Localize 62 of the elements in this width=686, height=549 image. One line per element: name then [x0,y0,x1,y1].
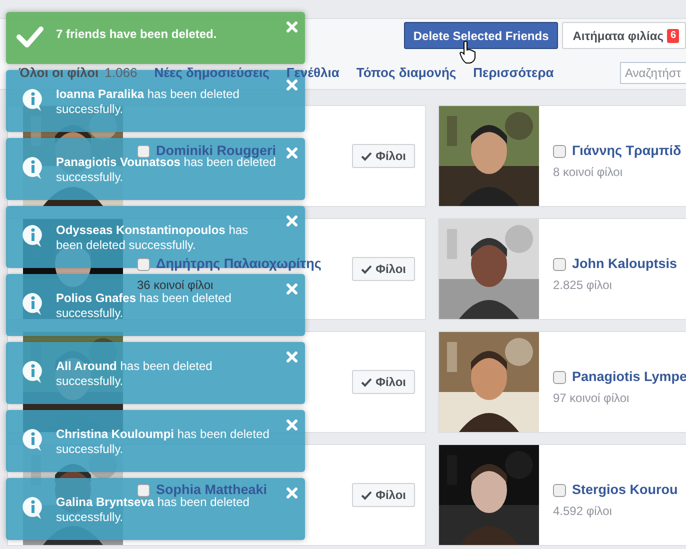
info-icon [22,292,44,316]
notification-text: Christina Kouloumpi has been deleted successfully. [56,427,270,457]
friend-name[interactable]: John Kalouptsis [572,254,678,274]
close-button[interactable] [286,283,298,295]
close-icon [286,487,298,499]
checkbox[interactable] [137,258,150,271]
check-icon [360,264,372,274]
friend-info: 36 κοινοί φίλοι [137,277,214,293]
close-icon [286,351,298,363]
friend-name[interactable]: Γιάννης Τραμπίδ [572,141,682,162]
friend-info: 4.592 φίλοι [553,503,612,520]
friend-name[interactable]: Stergios Kourou [572,480,678,500]
close-button[interactable] [286,147,298,159]
friends-button[interactable]: Φίλοι [352,483,415,507]
close-button[interactable] [286,419,298,431]
nav-tab[interactable]: Τόπος διαμονής [356,63,456,83]
friends-button[interactable]: Φίλοι [352,144,415,168]
close-icon [286,215,298,227]
checkbox[interactable] [553,258,566,271]
close-icon [286,21,298,33]
checkmark-icon [16,26,44,48]
close-button[interactable] [286,351,298,363]
friend-count: 1.066 [104,64,138,82]
close-button[interactable] [286,487,298,499]
close-button[interactable] [286,21,298,33]
notification-text: Galina Bryntseva has been deleted successfully. [56,495,250,525]
notification-text: Ioanna Paralika has been deleted successfully. [56,87,240,117]
checkbox[interactable] [553,144,566,158]
close-icon [286,283,298,295]
hand-cursor-icon [459,40,477,64]
friend-info: 2.825 φίλοι [553,277,612,294]
notification-text: Odysseas Konstantinopoulos has been deleted successfully. [56,223,250,253]
info-icon [22,496,44,520]
checkbox[interactable] [137,144,150,158]
notification-text: Polios Gnafes has been deleted successfully. [56,291,232,321]
checkbox[interactable] [137,484,150,497]
friend-info: 97 κοινοί φίλοι [553,390,630,408]
friends-button[interactable]: Φίλοι [352,370,415,394]
info-icon [22,428,44,452]
check-icon [360,152,372,160]
checkbox[interactable] [553,484,566,497]
info-icon [22,88,44,112]
notification-text: 7 friends have been deleted. [56,27,217,42]
search-field[interactable]: Αναζητήστ [620,62,686,84]
checkbox[interactable] [553,370,566,384]
close-button[interactable] [286,215,298,227]
close-icon [286,147,298,159]
delete-selected-button[interactable]: Delete Selected Friends [404,22,558,49]
count-badge: 6 [667,28,679,42]
notification-text: All Around has been deleted successfully. [56,359,214,389]
check-icon [360,378,372,386]
check-icon [360,490,372,500]
friend-requests-button[interactable]: Αιτήματα φιλίας 6 [562,22,686,49]
nav-tab[interactable]: Περισσότερα [473,63,554,83]
info-icon [22,360,44,384]
friend-info: 8 κοινοί φίλοι [553,164,622,182]
info-icon [22,156,44,180]
close-icon [286,419,298,431]
close-icon [286,79,298,91]
close-button[interactable] [286,79,298,91]
friends-button[interactable]: Φίλοι [352,257,415,281]
info-icon [22,224,44,248]
